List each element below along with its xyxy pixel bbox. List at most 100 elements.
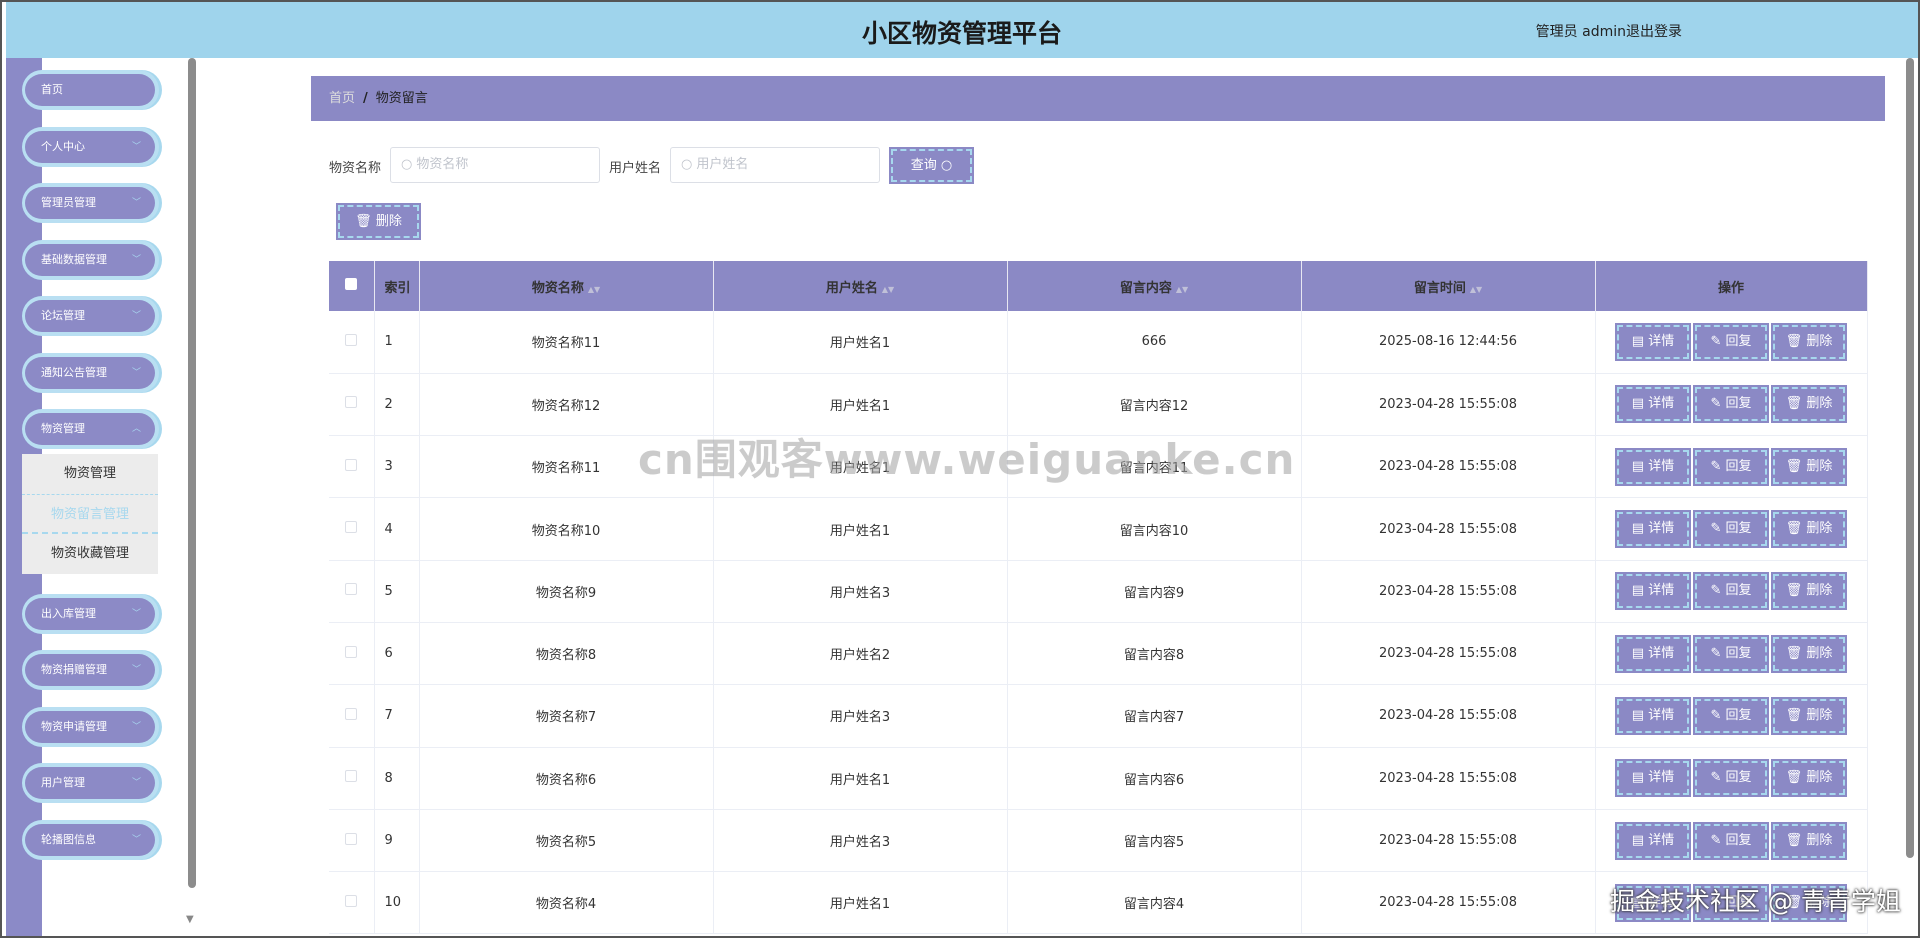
column-header-label: 留言内容: [1119, 280, 1172, 296]
sidebar-item-inventory[interactable]: 出入库管理 ﹀: [22, 593, 159, 634]
cell-goods-name: 物资名称5: [419, 809, 714, 873]
row-select-checkbox[interactable]: [329, 560, 375, 623]
delete-label: 删除: [1806, 770, 1833, 786]
delete-label: 删除: [1806, 832, 1833, 848]
user-search-input[interactable]: ○ 用户姓名: [670, 147, 880, 183]
reply-button[interactable]: ✎ 回复: [1693, 759, 1769, 798]
sidebar-item-goods[interactable]: 物资管理 ︿: [22, 409, 159, 449]
trash-icon: 🗑: [1785, 396, 1803, 412]
reply-button[interactable]: ✎ 回复: [1693, 385, 1769, 424]
delete-button[interactable]: 🗑 删除: [1771, 385, 1847, 424]
row-select-checkbox[interactable]: [329, 311, 375, 374]
reply-button[interactable]: ✎ 回复: [1693, 510, 1769, 549]
scroll-down-icon[interactable]: ▼: [186, 914, 194, 925]
cell-goods-name: 物资名称11: [419, 311, 714, 374]
cell-message-time: 2023-04-28 15:55:08: [1301, 373, 1596, 437]
cell-index: 5: [374, 560, 420, 623]
reply-button[interactable]: ✎ 回复: [1693, 821, 1769, 860]
name-search-input[interactable]: ○ 物资名称: [390, 147, 600, 183]
row-select-checkbox[interactable]: [329, 684, 375, 748]
cell-message-content: 留言内容7: [1007, 684, 1302, 748]
delete-button[interactable]: 🗑 删除: [1771, 759, 1847, 798]
submenu-item-goods-favorites[interactable]: 物资收藏管理: [22, 534, 158, 574]
row-select-checkbox[interactable]: [329, 435, 375, 499]
row-select-checkbox[interactable]: [329, 373, 375, 437]
sidebar-item-carousel[interactable]: 轮播图信息 ﹀: [22, 819, 159, 860]
detail-button[interactable]: ▤ 详情: [1615, 572, 1691, 611]
detail-button[interactable]: ▤ 详情: [1615, 385, 1691, 424]
sidebar-item-admin[interactable]: 管理员管理 ﹀: [22, 183, 159, 223]
delete-button[interactable]: 🗑 删除: [1771, 696, 1847, 735]
sidebar-item-notice[interactable]: 通知公告管理 ﹀: [22, 352, 159, 393]
delete-button[interactable]: 🗑 删除: [1771, 322, 1847, 361]
reply-button[interactable]: ✎ 回复: [1693, 322, 1769, 361]
sidebar-item-application[interactable]: 物资申请管理 ﹀: [22, 706, 159, 747]
reply-button[interactable]: ✎ 回复: [1693, 634, 1769, 673]
sidebar-item-basic-data[interactable]: 基础数据管理 ﹀: [22, 239, 159, 280]
query-button[interactable]: 查询 ○: [889, 147, 974, 184]
row-select-checkbox[interactable]: [329, 871, 375, 935]
detail-button[interactable]: ▤ 详情: [1615, 634, 1691, 673]
reply-button[interactable]: ✎ 回复: [1693, 447, 1769, 486]
sort-icon: ▲▼: [1175, 284, 1189, 294]
edit-icon: ✎: [1710, 583, 1722, 599]
sidebar-item-label: 论坛管理: [41, 309, 85, 322]
cell-user-name: 用户姓名3: [713, 809, 1008, 873]
cell-actions: ▤ 详情 ✎ 回复 🗑 删除: [1595, 560, 1868, 623]
cell-index: 10: [374, 871, 420, 935]
detail-button[interactable]: ▤ 详情: [1615, 447, 1691, 486]
cell-message-time: 2023-04-28 15:55:08: [1301, 435, 1596, 499]
sidebar-item-home[interactable]: 首页: [22, 70, 159, 110]
detail-button[interactable]: ▤ 详情: [1615, 759, 1691, 798]
delete-button[interactable]: 🗑 删除: [1771, 634, 1847, 673]
reply-button[interactable]: ✎ 回复: [1693, 696, 1769, 735]
cell-actions: ▤ 详情 ✎ 回复 🗑 删除: [1595, 747, 1868, 810]
edit-icon: ✎: [1710, 770, 1722, 786]
row-select-checkbox[interactable]: [329, 497, 375, 561]
sidebar-scrollbar[interactable]: [188, 58, 196, 888]
cell-message-time: 2023-04-28 15:55:08: [1301, 684, 1596, 748]
logout-link[interactable]: 退出登录: [1626, 21, 1682, 41]
row-select-checkbox[interactable]: [329, 622, 375, 686]
column-header-content[interactable]: 留言内容 ▲▼: [1007, 261, 1302, 311]
reply-label: 回复: [1725, 583, 1752, 599]
submenu-item-goods-messages[interactable]: 物资留言管理: [22, 493, 158, 534]
sidebar-item-personal-center[interactable]: 个人中心 ﹀: [22, 126, 159, 167]
page-scrollbar[interactable]: [1906, 58, 1914, 858]
delete-button[interactable]: 🗑 删除: [1771, 510, 1847, 549]
column-header-time[interactable]: 留言时间 ▲▼: [1301, 261, 1596, 311]
cell-message-time: 2023-04-28 15:55:08: [1301, 497, 1596, 561]
batch-delete-button[interactable]: 🗑 删除: [336, 203, 421, 240]
chevron-down-icon: ﹀: [131, 608, 141, 619]
cell-message-content: 留言内容9: [1007, 560, 1302, 623]
sidebar-item-users[interactable]: 用户管理 ﹀: [22, 763, 159, 803]
row-select-checkbox[interactable]: [329, 809, 375, 873]
detail-button[interactable]: ▤ 详情: [1615, 696, 1691, 735]
row-select-checkbox[interactable]: [329, 747, 375, 810]
delete-button[interactable]: 🗑 删除: [1771, 447, 1847, 486]
detail-button[interactable]: ▤ 详情: [1615, 322, 1691, 361]
corner-watermark: 掘金技术社区 @ 青青学姐: [1610, 887, 1901, 916]
column-header-user[interactable]: 用户姓名 ▲▼: [713, 261, 1008, 311]
delete-label: 删除: [1806, 333, 1833, 349]
table-row: 1 物资名称11 用户姓名1 666 2025-08-16 12:44:56 ▤ 详情 ✎ …: [329, 311, 1868, 374]
breadcrumb-home[interactable]: 首页: [329, 91, 355, 106]
trash-icon: 🗑: [1785, 770, 1803, 786]
cell-message-content: 留言内容10: [1007, 497, 1302, 561]
cell-goods-name: 物资名称10: [419, 497, 714, 561]
sidebar-item-label: 首页: [41, 83, 63, 96]
cell-message-time: 2023-04-28 15:55:08: [1301, 809, 1596, 873]
reply-button[interactable]: ✎ 回复: [1693, 572, 1769, 611]
delete-button[interactable]: 🗑 删除: [1771, 821, 1847, 860]
sidebar-item-forum[interactable]: 论坛管理 ﹀: [22, 296, 159, 336]
delete-button[interactable]: 🗑 删除: [1771, 572, 1847, 611]
column-header-label: 留言时间: [1413, 280, 1466, 296]
checkbox-icon: [345, 458, 358, 471]
submenu-item-goods[interactable]: 物资管理: [22, 454, 158, 494]
cell-index: 8: [374, 747, 420, 810]
detail-button[interactable]: ▤ 详情: [1615, 510, 1691, 549]
sidebar-item-donation[interactable]: 物资捐赠管理 ﹀: [22, 650, 159, 690]
detail-button[interactable]: ▤ 详情: [1615, 821, 1691, 860]
select-all-checkbox[interactable]: [329, 261, 375, 311]
column-header-name[interactable]: 物资名称 ▲▼: [419, 261, 714, 311]
